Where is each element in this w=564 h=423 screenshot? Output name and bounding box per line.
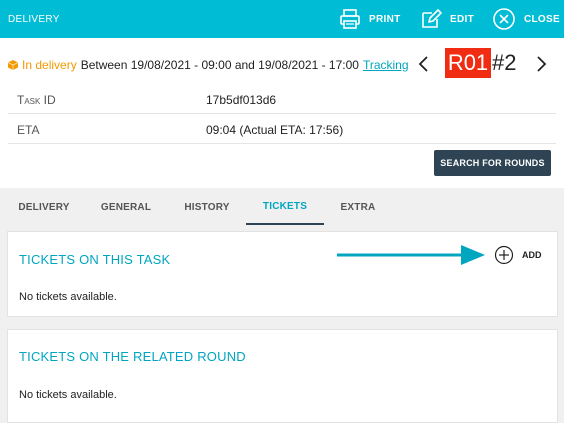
add-label: ADD (522, 250, 542, 260)
chevron-right-icon[interactable] (533, 54, 549, 74)
tickets-round-card: TICKETS ON THE RELATED ROUND No tickets … (7, 329, 558, 423)
tab-delivery[interactable]: DELIVERY (8, 189, 80, 225)
tickets-task-title: TICKETS ON THIS TASK (19, 252, 171, 267)
tickets-task-empty: No tickets available. (19, 291, 117, 303)
close-button[interactable]: CLOSE (492, 6, 560, 32)
tab-general[interactable]: GENERAL (90, 189, 162, 225)
tab-extra[interactable]: EXTRA (326, 189, 390, 225)
tickets-round-title: TICKETS ON THE RELATED ROUND (19, 349, 246, 364)
tracking-link[interactable]: Tracking (363, 58, 409, 72)
edit-button[interactable]: EDIT (420, 6, 474, 32)
eta-value: 09:04 (Actual ETA: 17:56) (206, 123, 344, 137)
panel-title: DELIVERY (8, 14, 60, 25)
tickets-task-card: TICKETS ON THIS TASK ADD No tickets avai… (7, 231, 558, 317)
search-rounds-button[interactable]: SEARCH FOR ROUNDS (434, 150, 551, 176)
plus-circle-icon (494, 245, 514, 265)
box-icon (8, 60, 18, 70)
add-ticket-button[interactable]: ADD (494, 244, 542, 266)
print-label: PRINT (369, 13, 401, 25)
eta-label: ETA (17, 123, 40, 137)
task-id-value: 17b5df013d6 (206, 93, 277, 107)
route-badge: R01 (445, 48, 491, 78)
status-line: In delivery Between 19/08/2021 - 09:00 a… (8, 58, 409, 72)
tab-history[interactable]: HISTORY (172, 189, 242, 225)
delivery-status: In delivery (22, 58, 77, 72)
arrow-right-icon (337, 245, 485, 265)
close-label: CLOSE (524, 13, 560, 25)
edit-icon (422, 9, 442, 28)
close-circle-icon (493, 8, 515, 30)
tickets-round-empty: No tickets available. (19, 389, 117, 401)
edit-label: EDIT (450, 13, 474, 25)
top-bar: DELIVERY PRINT EDIT CLOSE (0, 0, 564, 38)
task-id-row: Task ID 17b5df013d6 (8, 85, 556, 114)
tab-bar: DELIVERY GENERAL HISTORY TICKETS EXTRA (0, 189, 564, 225)
task-id-label: Task ID (17, 93, 56, 107)
delivery-window: Between 19/08/2021 - 09:00 and 19/08/202… (80, 58, 359, 72)
print-button[interactable]: PRINT (339, 6, 401, 32)
tab-tickets[interactable]: TICKETS (246, 189, 324, 225)
eta-row: ETA 09:04 (Actual ETA: 17:56) (8, 115, 556, 144)
stop-number: #2 (492, 50, 517, 75)
chevron-left-icon[interactable] (416, 54, 432, 74)
task-header: In delivery Between 19/08/2021 - 09:00 a… (0, 38, 564, 188)
printer-icon (340, 9, 360, 29)
